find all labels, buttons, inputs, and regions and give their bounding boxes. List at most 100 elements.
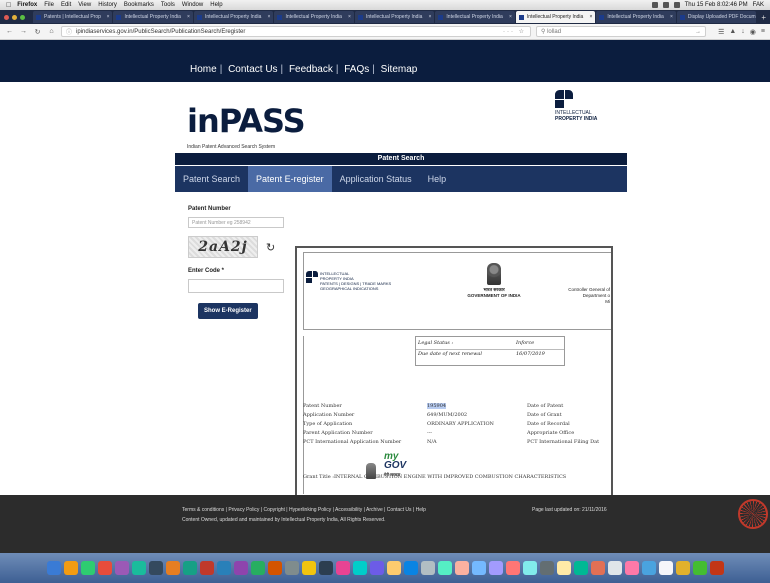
menu-icon[interactable]: ≡ (761, 28, 765, 36)
forward-icon[interactable]: → (19, 28, 28, 35)
dock-app-icon[interactable] (80, 561, 95, 575)
tab-patent-search[interactable]: Patent Search (175, 166, 248, 192)
menu-bookmarks[interactable]: Bookmarks (124, 2, 154, 8)
dock-app-icon[interactable] (437, 561, 452, 575)
dock-app-icon[interactable] (522, 561, 537, 575)
dock-app-icon[interactable] (284, 561, 299, 575)
browser-tab-active[interactable]: Intellectual Property India × (515, 11, 596, 23)
address-bar[interactable]: ⓘ ipindiaservices.gov.in/PublicSearch/Pu… (61, 26, 531, 37)
dock-app-icon[interactable] (165, 561, 180, 575)
browser-tab[interactable]: Display Uploaded PDF Docum× (676, 11, 757, 23)
home-icon[interactable]: ⌂ (47, 28, 56, 35)
inpass-logo[interactable]: inPASS (187, 102, 306, 140)
new-tab-icon[interactable]: + (757, 13, 770, 22)
reload-icon[interactable]: ↻ (33, 28, 42, 36)
menu-file[interactable]: File (44, 2, 54, 8)
close-tab-icon[interactable]: × (756, 14, 757, 20)
footer-links[interactable]: Terms & conditions | Privacy Policy | Co… (182, 507, 426, 513)
close-window-icon[interactable] (4, 14, 9, 20)
captcha-code-input[interactable] (188, 279, 284, 293)
tab-help[interactable]: Help (420, 166, 455, 192)
dock-app-icon[interactable] (590, 561, 605, 575)
show-eregister-button[interactable]: Show E-Register (198, 303, 258, 319)
search-go-icon[interactable]: → (695, 29, 701, 35)
info-icon[interactable]: ⓘ (66, 27, 72, 36)
library-icon[interactable]: ☰ (718, 28, 724, 36)
dock-app-icon[interactable] (488, 561, 503, 575)
browser-tab[interactable]: Patents | Intellectual Prop × (33, 11, 113, 23)
patent-number-input[interactable]: Patent Number eg 258942 (188, 217, 284, 228)
dock-app-icon[interactable] (607, 561, 622, 575)
menu-window[interactable]: Window (182, 2, 203, 8)
clock[interactable]: Thu 15 Feb 8:02:46 PM (685, 2, 748, 8)
close-tab-icon[interactable]: × (185, 14, 190, 20)
dock-app-icon[interactable] (216, 561, 231, 575)
back-icon[interactable]: ← (5, 28, 14, 35)
dock-app-icon[interactable] (641, 561, 656, 575)
nav-feedback-link[interactable]: Feedback (289, 64, 333, 75)
menu-view[interactable]: View (78, 2, 91, 8)
page-actions-icon[interactable]: ··· ☆ (503, 28, 526, 35)
dock-app-icon[interactable] (148, 561, 163, 575)
close-tab-icon[interactable]: × (346, 14, 351, 20)
nav-faqs-link[interactable]: FAQs (344, 64, 369, 75)
dock-app-icon[interactable] (454, 561, 469, 575)
dock-app-icon[interactable] (46, 561, 61, 575)
dock-app-icon[interactable] (267, 561, 282, 575)
dock-app-icon[interactable] (63, 561, 78, 575)
dock-app-icon[interactable] (386, 561, 401, 575)
browser-tab[interactable]: Intellectual Property India × (435, 11, 515, 23)
dock-app-icon[interactable] (335, 561, 350, 575)
close-tab-icon[interactable]: × (507, 14, 512, 20)
menu-tools[interactable]: Tools (161, 2, 175, 8)
dock-app-icon[interactable] (131, 561, 146, 575)
menu-firefox[interactable]: Firefox (17, 2, 37, 8)
search-box[interactable]: ⚲ lollad → (536, 26, 706, 37)
browser-tab[interactable]: Intellectual Property India × (274, 11, 354, 23)
dock-app-icon[interactable] (709, 561, 724, 575)
apple-icon[interactable]:  (6, 2, 11, 9)
close-tab-icon[interactable]: × (105, 14, 110, 20)
dock-app-icon[interactable] (471, 561, 486, 575)
close-tab-icon[interactable]: × (266, 14, 271, 20)
dock-app-icon[interactable] (573, 561, 588, 575)
dock-app-icon[interactable] (97, 561, 112, 575)
refresh-captcha-icon[interactable]: ↻ (266, 241, 275, 254)
dock-app-icon[interactable] (199, 561, 214, 575)
menu-edit[interactable]: Edit (61, 2, 71, 8)
dock-app-icon[interactable] (352, 561, 367, 575)
menu-history[interactable]: History (98, 2, 117, 8)
dock-app-icon[interactable] (250, 561, 265, 575)
dock-app-icon[interactable] (624, 561, 639, 575)
dock-app-icon[interactable] (233, 561, 248, 575)
download-icon[interactable]: ↓ (741, 28, 745, 36)
browser-tab[interactable]: Intellectual Property India × (193, 11, 274, 23)
dock-app-icon[interactable] (658, 561, 673, 575)
browser-tab[interactable]: Intellectual Property India × (596, 11, 676, 23)
dock-app-icon[interactable] (369, 561, 384, 575)
user-name[interactable]: FAK (753, 2, 764, 8)
browser-tab[interactable]: Intellectual Property India × (354, 11, 435, 23)
close-tab-icon[interactable]: × (427, 14, 432, 20)
menu-help[interactable]: Help (210, 2, 222, 8)
dock-app-icon[interactable] (420, 561, 435, 575)
dock-app-icon[interactable] (318, 561, 333, 575)
extension-icon[interactable]: ◉ (750, 28, 756, 36)
nav-contact-link[interactable]: Contact Us (228, 64, 277, 75)
close-tab-icon[interactable]: × (587, 14, 592, 20)
battery-icon[interactable] (673, 2, 680, 8)
zoom-window-icon[interactable] (20, 14, 25, 20)
volume-icon[interactable] (662, 2, 669, 8)
dock-app-icon[interactable] (556, 561, 571, 575)
dock-app-icon[interactable] (675, 561, 690, 575)
nav-home-link[interactable]: Home (190, 64, 217, 75)
dock-app-icon[interactable] (692, 561, 707, 575)
minimize-window-icon[interactable] (12, 14, 17, 20)
tab-patent-eregister[interactable]: Patent E-register (248, 166, 332, 192)
close-tab-icon[interactable]: × (668, 14, 673, 20)
tab-application-status[interactable]: Application Status (332, 166, 420, 192)
dock-app-icon[interactable] (539, 561, 554, 575)
dock-app-icon[interactable] (505, 561, 520, 575)
dock-app-icon[interactable] (114, 561, 129, 575)
pocket-icon[interactable]: ▲ (729, 28, 736, 36)
